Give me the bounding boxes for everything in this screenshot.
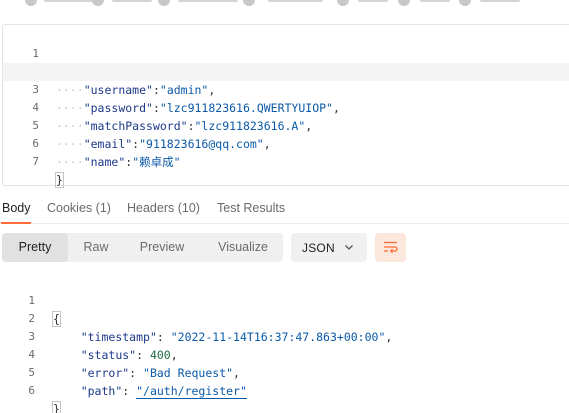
toolbar-icon[interactable] bbox=[398, 0, 410, 6]
request-body-editor[interactable]: 1 { 2 ····"username":"admin", 3 ····"pas… bbox=[2, 24, 569, 188]
tab-label: Headers bbox=[127, 201, 175, 215]
toolbar-label bbox=[44, 0, 94, 2]
toolbar-label bbox=[358, 0, 388, 2]
code-line: 3 "status": 400, bbox=[0, 310, 569, 362]
tab-count: (10) bbox=[177, 201, 200, 215]
top-toolbar-clipped bbox=[0, 0, 569, 12]
toolbar-icon[interactable] bbox=[158, 0, 170, 6]
code-line: 2 ····"username":"admin", bbox=[3, 45, 569, 97]
tab-body[interactable]: Body bbox=[2, 201, 31, 215]
line-number: 6 bbox=[28, 384, 35, 397]
format-visualize-button[interactable]: Visualize bbox=[206, 233, 280, 262]
wrap-lines-button[interactable] bbox=[375, 233, 406, 262]
format-pretty-button[interactable]: Pretty bbox=[2, 233, 68, 262]
code-line: 1 { bbox=[0, 274, 569, 327]
language-select-value: JSON bbox=[302, 241, 335, 255]
tab-label: Cookies bbox=[47, 201, 93, 215]
active-tab-indicator bbox=[1, 222, 31, 224]
format-raw-button[interactable]: Raw bbox=[68, 233, 124, 262]
response-body-viewer[interactable]: 1 { 2 "timestamp": "2022-11-14T16:37:47.… bbox=[0, 274, 569, 413]
code-line-active: 3 ····"password":"lzc911823616.QWERTYUIO… bbox=[3, 63, 569, 115]
format-segmented-control: Pretty Raw Preview Visualize bbox=[2, 233, 283, 262]
code-line: 7 } bbox=[3, 135, 569, 188]
tab-count: (1) bbox=[95, 201, 111, 215]
tab-test-results[interactable]: Test Results bbox=[217, 201, 285, 215]
code-line: 4 "error": "Bad Request", bbox=[0, 328, 569, 380]
format-preview-button[interactable]: Preview bbox=[126, 233, 198, 262]
toolbar-label bbox=[112, 0, 152, 2]
code-line: 6 ····"name":"赖卓成" bbox=[3, 117, 569, 169]
code-line: 6 } bbox=[0, 364, 569, 413]
code-line: 1 { bbox=[3, 27, 569, 80]
language-select[interactable]: JSON bbox=[291, 233, 367, 262]
code-line: 5 "path": "/auth/register" bbox=[0, 346, 569, 399]
close-brace: } bbox=[55, 172, 64, 188]
toolbar-label bbox=[178, 0, 238, 2]
toolbar-icon[interactable] bbox=[25, 0, 37, 6]
response-tabs: Body Cookies (1) Headers (10) Test Resul… bbox=[0, 194, 569, 224]
close-brace: } bbox=[52, 401, 61, 413]
tab-cookies[interactable]: Cookies (1) bbox=[47, 201, 111, 215]
line-number: 7 bbox=[32, 155, 39, 168]
code-line: 2 "timestamp": "2022-11-14T16:37:47.863+… bbox=[0, 292, 569, 344]
code-line: 4 ····"matchPassword":"lzc911823616.A", bbox=[3, 81, 569, 133]
tab-headers[interactable]: Headers (10) bbox=[127, 201, 200, 215]
toolbar-icon[interactable] bbox=[337, 0, 349, 6]
toolbar-label bbox=[268, 0, 323, 2]
code-line: 5 ····"email":"911823616@qq.com", bbox=[3, 99, 569, 151]
path-link[interactable]: "/auth/register" bbox=[136, 384, 247, 399]
toolbar-label bbox=[420, 0, 450, 2]
json-key: "path" bbox=[80, 384, 123, 398]
toolbar-icon[interactable] bbox=[243, 0, 255, 6]
json-value: "赖卓成" bbox=[132, 155, 181, 169]
json-key: "name" bbox=[83, 155, 126, 169]
toolbar-icon[interactable] bbox=[459, 0, 471, 6]
tab-label: Body bbox=[2, 201, 31, 215]
chevron-down-icon bbox=[343, 241, 355, 253]
wrap-lines-icon bbox=[384, 241, 398, 254]
tab-label: Test Results bbox=[217, 201, 286, 215]
toolbar-icon[interactable] bbox=[92, 0, 104, 6]
toolbar-label bbox=[480, 0, 520, 2]
